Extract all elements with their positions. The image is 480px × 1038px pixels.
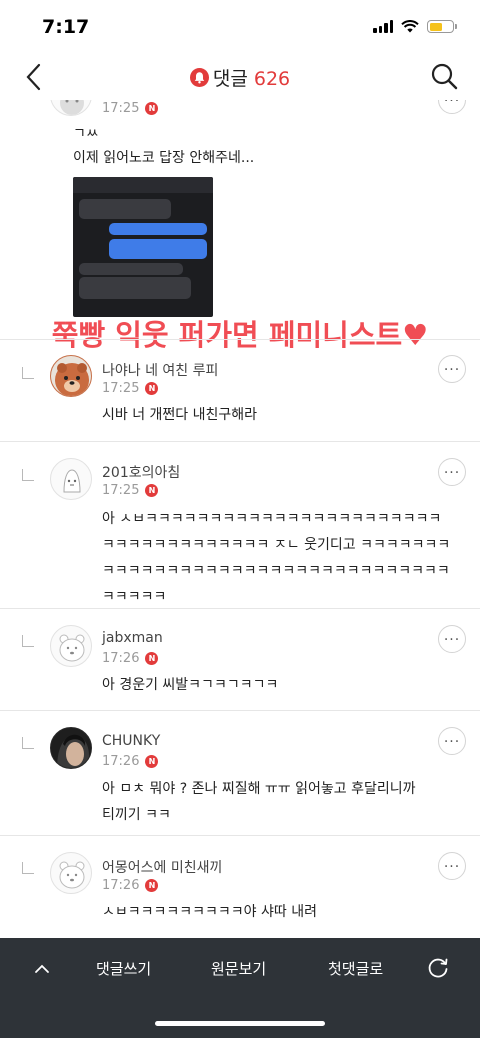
status-icons (373, 20, 457, 33)
title-label: 댓글 (212, 68, 248, 90)
comment-text: ㅅㅂㅋㅋㅋㅋㅋㅋㅋㅋㅋ야 샤따 내려 (102, 904, 317, 920)
more-options-button[interactable]: ... (438, 355, 466, 383)
reply-indicator (22, 469, 34, 481)
more-options-button[interactable]: ... (438, 727, 466, 755)
avatar[interactable] (50, 727, 92, 769)
view-original-button[interactable]: 원문보기 (211, 958, 266, 979)
reply-indicator (22, 862, 34, 874)
home-indicator (155, 1021, 325, 1026)
page-title: 댓글 626 (0, 64, 480, 91)
write-comment-button[interactable]: 댓글쓰기 (96, 958, 151, 979)
comment-text: 아 ㅅㅂㅋㅋㅋㅋㅋㅋㅋㅋㅋㅋㅋㅋㅋㅋㅋㅋㅋㅋㅋㅋㅋㅋㅋㅋㅋㅋㅋㅋㅋㅋㅋㅋㅋㅋㅋㅋ… (102, 511, 451, 605)
comment-text: 아 ㅁㅊ 뭐야 ? 존나 찌질해 ㅠㅠ 읽어놓고 후달리니까 티끼기 ㅋㅋ (102, 781, 416, 823)
new-badge: N (145, 484, 159, 497)
comment-time: 17:26 N (102, 754, 159, 769)
comment-author[interactable]: 201호의아침 (102, 462, 180, 482)
top-nav: 댓글 626 (0, 54, 480, 100)
reply-indicator (22, 635, 34, 647)
wifi-icon (401, 20, 419, 33)
divider (0, 441, 480, 442)
new-badge: N (145, 382, 159, 395)
scroll-top-button[interactable] (33, 960, 51, 978)
refresh-icon[interactable] (426, 956, 450, 980)
divider (0, 339, 480, 340)
divider (0, 710, 480, 711)
new-badge: N (145, 652, 159, 665)
new-badge: N (145, 755, 159, 768)
reply-indicator (22, 737, 34, 749)
divider (0, 608, 480, 609)
battery-icon (427, 20, 457, 33)
status-time: 7:17 (42, 16, 90, 38)
comment-text: 시바 너 개쩐다 내친구해라 (102, 407, 258, 423)
avatar[interactable] (50, 355, 92, 397)
first-comment-button[interactable]: 첫댓글로 (328, 958, 383, 979)
comment-time: 17:25 N (102, 101, 159, 116)
comment-text: 아 경운기 씨발ㅋㄱㅋㄱㅋㄱㅋ (102, 677, 279, 693)
more-options-button[interactable]: ... (438, 458, 466, 486)
more-options-button[interactable]: ... (438, 100, 466, 114)
comment-author[interactable]: jabxman (102, 630, 163, 646)
comment-time: 17:25 N (102, 483, 159, 498)
bell-icon (189, 68, 209, 87)
comment-time: 17:26 N (102, 651, 159, 666)
comment-count: 626 (253, 68, 291, 90)
comment-list[interactable]: ... 17:25N ㄱㅆ 이제 읽어노코 답장 안해주네... 쭉빵 익웃 퍼… (0, 100, 480, 938)
avatar[interactable] (50, 852, 92, 894)
comment-time: 17:26 N (102, 878, 159, 893)
avatar[interactable] (50, 625, 92, 667)
comment-time: 17:25 N (102, 381, 159, 396)
more-options-button[interactable]: ... (438, 852, 466, 880)
attached-screenshot[interactable] (73, 177, 213, 317)
search-button[interactable] (430, 62, 458, 90)
comment-author[interactable]: 나야나 네 여친 루피 (102, 360, 218, 380)
avatar[interactable] (50, 100, 92, 116)
comment-author[interactable]: CHUNKY (102, 733, 160, 749)
comment-text: ㄱㅆ 이제 읽어노코 답장 안해주네... (73, 126, 255, 166)
new-badge: N (145, 879, 159, 892)
avatar[interactable] (50, 458, 92, 500)
new-badge: N (145, 102, 159, 115)
status-bar: 7:17 (0, 0, 480, 54)
signal-icon (373, 20, 393, 33)
watermark-caption: 쭉빵 익웃 퍼가면 페미니스트♥ (51, 318, 429, 352)
reply-indicator (22, 367, 34, 379)
more-options-button[interactable]: ... (438, 625, 466, 653)
divider (0, 835, 480, 836)
comment-author[interactable]: 어몽어스에 미친새끼 (102, 857, 222, 877)
